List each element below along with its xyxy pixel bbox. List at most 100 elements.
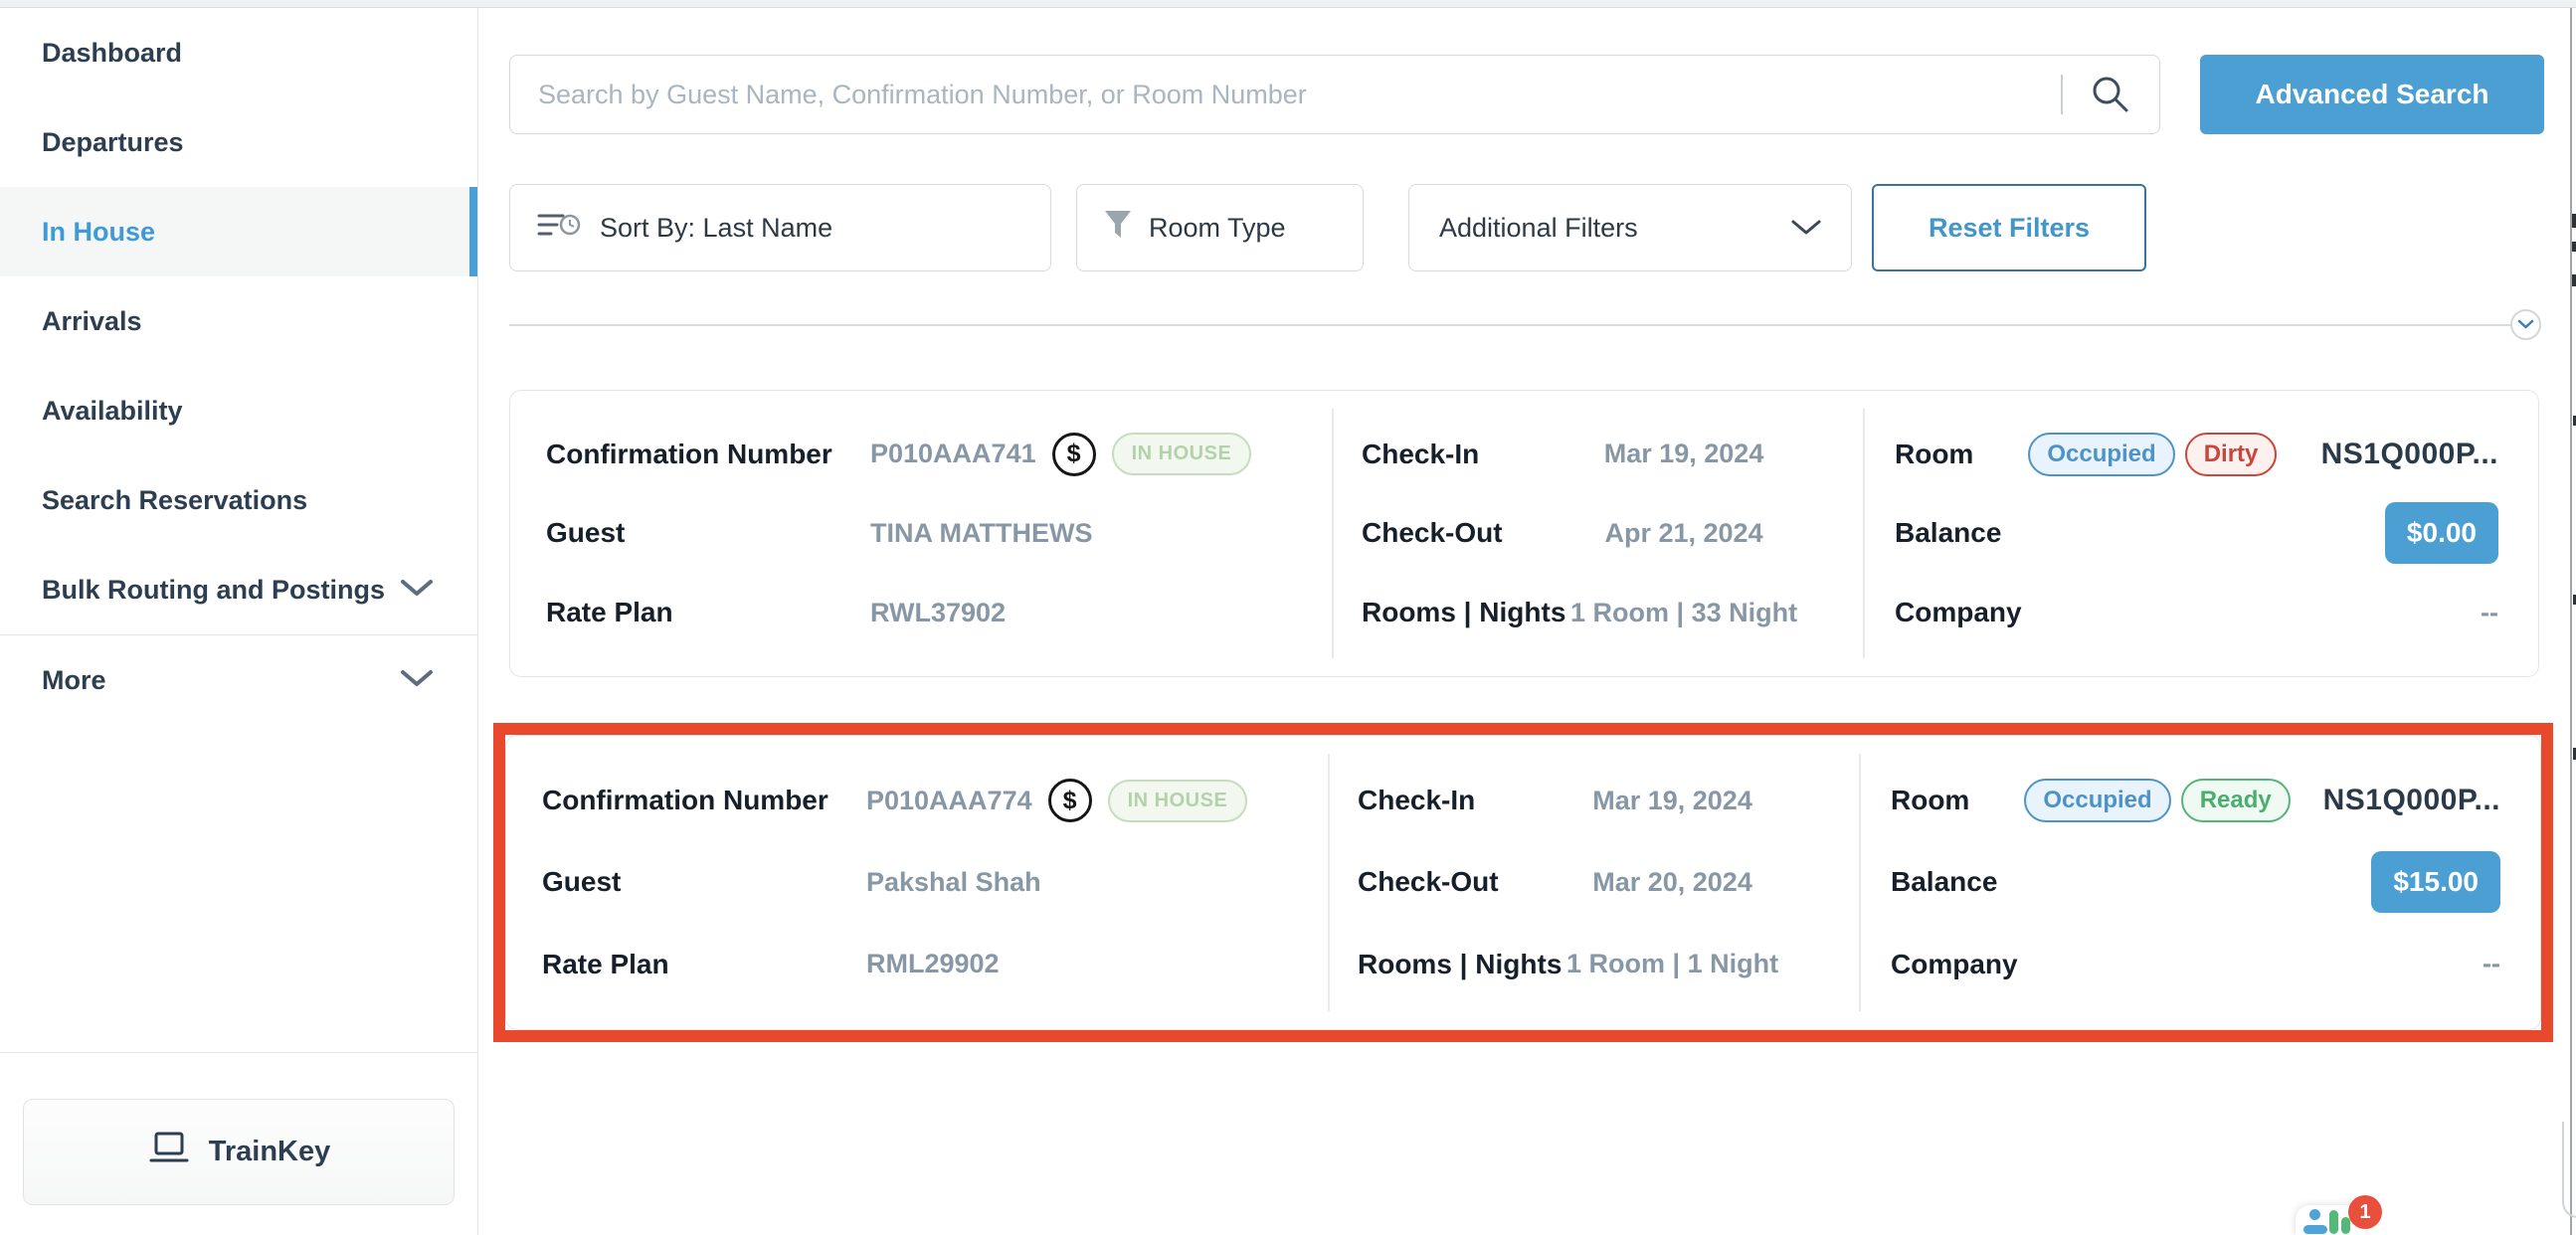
balance-row: Balance $15.00 [1891, 841, 2500, 923]
sidebar-item-label: Departures [42, 127, 184, 158]
confirmation-row: Confirmation Number P010AAA774 $ IN HOUS… [542, 760, 1328, 841]
sidebar-item-label: Dashboard [42, 38, 182, 69]
search-icon[interactable] [2089, 73, 2132, 116]
balance-amount-chip[interactable]: $15.00 [2371, 851, 2500, 913]
company-label: Company [1891, 949, 2018, 980]
card-identity-column: Confirmation Number P010AAA741 $ IN HOUS… [510, 415, 1332, 652]
sidebar-item-in-house[interactable]: In House [0, 187, 477, 276]
sidebar-item-arrivals[interactable]: Arrivals [0, 276, 477, 366]
check-out-value: Mar 20, 2024 [1566, 867, 1778, 898]
sidebar-item-label: Availability [42, 396, 183, 427]
sort-icon [536, 208, 582, 249]
guest-row: Guest Pakshal Shah [542, 841, 1328, 923]
rooms-nights-row: Rooms | Nights 1 Room | 33 Night [1362, 573, 1797, 652]
sort-by-label: Sort By: Last Name [600, 213, 832, 244]
confirmation-number-label: Confirmation Number [546, 439, 870, 470]
trainkey-button[interactable]: TrainKey [23, 1099, 455, 1205]
room-type-dropdown[interactable]: Room Type [1076, 184, 1364, 271]
additional-filters-label: Additional Filters [1439, 213, 1638, 244]
company-row: Company -- [1891, 924, 2500, 1005]
check-out-label: Check-Out [1358, 866, 1566, 898]
confirmation-number-label: Confirmation Number [542, 785, 866, 816]
check-in-value: Mar 19, 2024 [1570, 439, 1797, 469]
sidebar-item-label: Arrivals [42, 306, 142, 337]
screen-edge-artifact [2572, 214, 2576, 228]
rate-plan-value: RWL37902 [870, 598, 1006, 628]
reservation-card-1[interactable]: Confirmation Number P010AAA741 $ IN HOUS… [509, 390, 2539, 677]
check-out-row: Check-Out Mar 20, 2024 [1358, 841, 1778, 923]
search-input[interactable] [509, 55, 2160, 134]
sidebar-item-label: Bulk Routing and Postings [42, 575, 385, 606]
reset-filters-button[interactable]: Reset Filters [1872, 184, 2146, 271]
payment-dollar-icon: $ [1052, 433, 1096, 476]
reservation-card-2[interactable]: Confirmation Number P010AAA774 $ IN HOUS… [505, 735, 2541, 1030]
check-in-row: Check-In Mar 19, 2024 [1362, 415, 1797, 494]
housekeeping-status-pill: Dirty [2185, 433, 2278, 476]
chat-logo-shape [2309, 1209, 2320, 1220]
company-label: Company [1895, 597, 2022, 628]
section-divider-line [509, 324, 2511, 326]
sidebar-item-departures[interactable]: Departures [0, 97, 477, 187]
sidebar-item-label: More [42, 665, 106, 696]
balance-label: Balance [1895, 517, 2001, 549]
sidebar-item-more[interactable]: More [0, 635, 477, 725]
top-strip [0, 0, 2576, 8]
chevron-down-icon [400, 575, 434, 606]
company-row: Company -- [1895, 573, 2498, 652]
sidebar-item-dashboard[interactable]: Dashboard [0, 8, 477, 97]
occupancy-status-pill: Occupied [2028, 433, 2174, 476]
guest-label: Guest [542, 866, 866, 898]
balance-amount-chip[interactable]: $0.00 [2385, 502, 2498, 564]
room-label: Room [1891, 785, 1969, 816]
laptop-icon [147, 1132, 191, 1173]
sidebar-item-label: Search Reservations [42, 485, 307, 516]
card-room-column: Room Occupied Dirty NS1Q000P... Balance … [1863, 415, 2538, 652]
sort-by-dropdown[interactable]: Sort By: Last Name [509, 184, 1051, 271]
check-out-value: Apr 21, 2024 [1570, 518, 1797, 549]
chevron-down-icon [1791, 213, 1821, 244]
check-in-label: Check-In [1362, 439, 1570, 470]
confirmation-row: Confirmation Number P010AAA741 $ IN HOUS… [546, 415, 1332, 494]
additional-filters-dropdown[interactable]: Additional Filters [1408, 184, 1852, 271]
status-badge: IN HOUSE [1108, 780, 1248, 822]
status-badge: IN HOUSE [1112, 433, 1252, 475]
balance-row: Balance $0.00 [1895, 494, 2498, 574]
screen-edge-line [2570, 0, 2572, 1235]
check-out-row: Check-Out Apr 21, 2024 [1362, 494, 1797, 574]
check-in-label: Check-In [1358, 785, 1566, 816]
sidebar-item-search-reservations[interactable]: Search Reservations [0, 455, 477, 545]
sidebar-item-availability[interactable]: Availability [0, 366, 477, 455]
guest-label: Guest [546, 517, 870, 549]
room-label: Room [1895, 439, 1973, 470]
check-out-label: Check-Out [1362, 517, 1570, 549]
screen-edge-artifact [2572, 274, 2576, 286]
confirmation-number-value: P010AAA741 [870, 439, 1036, 469]
room-row: Room Occupied Ready NS1Q000P... [1891, 760, 2500, 841]
trainkey-label: TrainKey [209, 1136, 331, 1168]
sidebar: Dashboard Departures In House Arrivals A… [0, 8, 478, 1235]
search-bar [509, 55, 2160, 134]
chat-logo-shape [2341, 1217, 2350, 1234]
search-divider [2061, 75, 2063, 114]
check-in-value: Mar 19, 2024 [1566, 786, 1778, 816]
rooms-nights-label: Rooms | Nights [1358, 949, 1566, 980]
guest-value: TINA MATTHEWS [870, 518, 1092, 549]
check-in-row: Check-In Mar 19, 2024 [1358, 760, 1778, 841]
chat-logo-shape [2329, 1210, 2338, 1234]
rate-plan-label: Rate Plan [546, 597, 870, 628]
guest-row: Guest TINA MATTHEWS [546, 494, 1332, 574]
sidebar-footer-divider [0, 1052, 478, 1053]
rooms-nights-value: 1 Room | 33 Night [1570, 598, 1797, 628]
room-type-label: Room Type [1149, 213, 1286, 244]
sidebar-item-bulk-routing[interactable]: Bulk Routing and Postings [0, 545, 477, 634]
room-number-value: NS1Q000P... [2321, 438, 2498, 471]
balance-label: Balance [1891, 866, 1997, 898]
rate-plan-row: Rate Plan RML29902 [542, 924, 1328, 1005]
advanced-search-button[interactable]: Advanced Search [2200, 55, 2544, 134]
card-identity-column: Confirmation Number P010AAA774 $ IN HOUS… [506, 760, 1328, 1005]
screen-edge-panel-corner [2562, 1122, 2576, 1218]
rate-plan-label: Rate Plan [542, 949, 866, 980]
company-value: -- [2483, 949, 2500, 979]
pms-in-house-screen: Dashboard Departures In House Arrivals A… [0, 0, 2576, 1235]
section-collapse-toggle[interactable] [2510, 309, 2541, 340]
